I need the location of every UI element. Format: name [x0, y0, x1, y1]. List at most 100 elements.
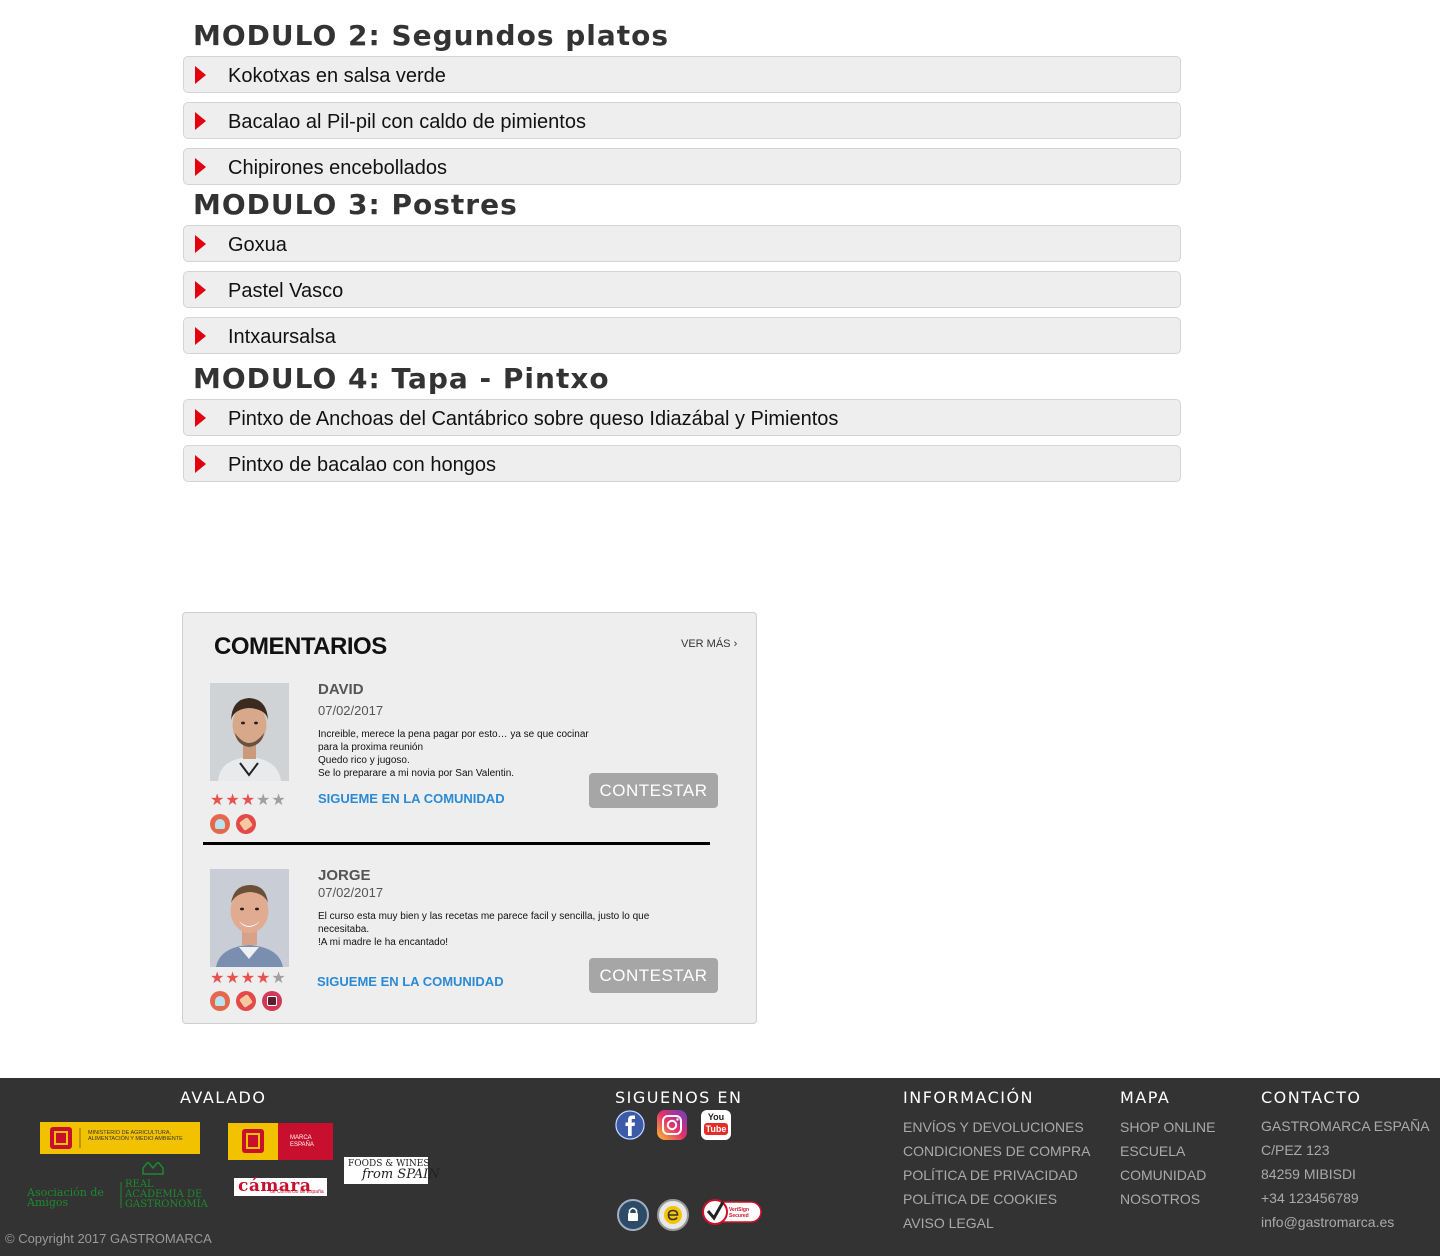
contact-city: 84259 MIBISDI	[1261, 1166, 1356, 1182]
comment-date: 07/02/2017	[318, 885, 384, 900]
camara-logo: cámara de Comercio de España	[234, 1176, 327, 1196]
lesson-label: Chipirones encebollados	[228, 157, 448, 179]
comment-date: 07/02/2017	[318, 703, 384, 718]
footer-link-escuela[interactable]: ESCUELA	[1120, 1139, 1215, 1163]
lesson-label: Pastel Vasco	[228, 280, 344, 302]
comment-divider	[203, 842, 710, 845]
footer-link-shop[interactable]: SHOP ONLINE	[1120, 1115, 1215, 1139]
follow-community-link[interactable]: SIGUEME EN LA COMUNIDAD	[317, 974, 504, 989]
chevron-right-icon: ›	[733, 638, 738, 650]
expand-triangle-icon	[195, 235, 206, 253]
lesson-item[interactable]: Chipirones encebollados	[183, 148, 1181, 185]
lesson-item[interactable]: Pintxo de bacalao con hongos	[183, 445, 1181, 482]
footer-link-cookies[interactable]: POLÍTICA DE COOKIES	[903, 1187, 1090, 1211]
facebook-icon[interactable]	[615, 1110, 645, 1140]
lesson-item[interactable]: Kokotxas en salsa verde	[183, 56, 1181, 93]
comments-panel: COMENTARIOS VER MÁS › DAVID 07/02/2017 I…	[182, 612, 757, 1024]
from-spain-text: from SPAIN	[362, 1167, 440, 1182]
footer-link-condiciones-label[interactable]: CONDICIONES DE COMPRA	[903, 1143, 1090, 1159]
verisign-seal-icon: VeriSign Secured	[701, 1196, 763, 1226]
comments-title: COMENTARIOS	[214, 633, 387, 660]
rating-stars: ★★★★★	[210, 793, 287, 809]
informacion-heading: INFORMACIÓN	[903, 1088, 1035, 1107]
marca-espana-logo: MARCA ESPAÑA	[228, 1123, 333, 1160]
secure-lock-seal-icon	[617, 1199, 649, 1231]
module-title: MODULO 3: Postres	[193, 188, 518, 221]
trusted-shops-seal-icon	[657, 1199, 689, 1231]
footer-link-condiciones[interactable]: CONDICIONES DE COMPRA	[903, 1139, 1090, 1163]
lesson-label: Pintxo de Anchoas del Cantábrico sobre q…	[228, 408, 839, 430]
academia-right-text: REAL ACADEMIA DE GASTRONOMÍA	[125, 1179, 208, 1210]
academia-left-text: Asociación de Amigos	[27, 1186, 104, 1209]
youtube-icon[interactable]: You Tube	[701, 1110, 731, 1140]
footer-link-aviso-legal[interactable]: AVISO LEGAL	[903, 1211, 1090, 1235]
avatar	[210, 683, 289, 781]
footer-link-comunidad-label[interactable]: COMUNIDAD	[1120, 1167, 1206, 1183]
reply-button[interactable]: CONTESTAR	[589, 958, 718, 993]
contact-company: GASTROMARCA ESPAÑA	[1261, 1118, 1430, 1134]
ministerio-text: MINISTERIO DE AGRICULTURA, ALIMENTACIÓN …	[88, 1130, 183, 1142]
lesson-label: Kokotxas en salsa verde	[228, 65, 446, 87]
lesson-item[interactable]: Bacalao al Pil-pil con caldo de pimiento…	[183, 102, 1181, 139]
lesson-item[interactable]: Goxua	[183, 225, 1181, 262]
instagram-icon[interactable]	[657, 1110, 687, 1140]
comment-author: JORGE	[318, 867, 371, 884]
avalado-heading: AVALADO	[180, 1088, 267, 1107]
footer-link-cookies-label[interactable]: POLÍTICA DE COOKIES	[903, 1191, 1057, 1207]
module-title: MODULO 4: Tapa - Pintxo	[193, 362, 610, 395]
user-badges	[210, 814, 256, 834]
lesson-item[interactable]: Pastel Vasco	[183, 271, 1181, 308]
see-more-label: VER MÁS	[681, 638, 731, 650]
expand-triangle-icon	[195, 158, 206, 176]
comment-author: DAVID	[318, 681, 364, 698]
footer-link-escuela-label[interactable]: ESCUELA	[1120, 1143, 1185, 1159]
reply-button[interactable]: CONTESTAR	[589, 773, 718, 808]
siguenos-heading: SIGUENOS EN	[615, 1088, 743, 1107]
contact-street: C/PEZ 123	[1261, 1142, 1330, 1158]
lesson-item[interactable]: Intxaursalsa	[183, 317, 1181, 354]
trusted-e-icon	[664, 1206, 682, 1224]
user-badges	[210, 991, 282, 1011]
informacion-list: ENVÍOS Y DEVOLUCIONES CONDICIONES DE COM…	[903, 1115, 1090, 1235]
footer-link-shop-label[interactable]: SHOP ONLINE	[1120, 1119, 1215, 1135]
rating-stars: ★★★★★	[210, 971, 287, 987]
follow-community-link[interactable]: SIGUEME EN LA COMUNIDAD	[318, 791, 505, 806]
youtube-tube-text: Tube	[704, 1123, 728, 1135]
contact-phone[interactable]: +34 123456789	[1261, 1186, 1430, 1210]
expand-triangle-icon	[195, 327, 206, 345]
footer-link-nosotros-label[interactable]: NOSOTROS	[1120, 1191, 1200, 1207]
see-more-link[interactable]: VER MÁS ›	[681, 638, 737, 650]
chef-hat-badge-icon	[210, 991, 230, 1011]
avatar-photo	[210, 683, 289, 781]
marca-espana-text: MARCA ESPAÑA	[290, 1135, 314, 1148]
lesson-item[interactable]: Pintxo de Anchoas del Cantábrico sobre q…	[183, 399, 1181, 436]
footer-link-nosotros[interactable]: NOSOTROS	[1120, 1187, 1215, 1211]
lesson-label: Bacalao al Pil-pil con caldo de pimiento…	[228, 111, 586, 133]
star-filled-icon: ★	[225, 970, 241, 987]
avatar	[210, 869, 289, 967]
mapa-heading: MAPA	[1120, 1088, 1171, 1107]
foods-wines-logo: FOODS & WINES from SPAIN	[344, 1157, 440, 1184]
contact-email[interactable]: info@gastromarca.es	[1261, 1210, 1430, 1234]
expand-triangle-icon	[195, 66, 206, 84]
camara-subtext: de Comercio de España	[270, 1189, 324, 1195]
star-filled-icon: ★	[240, 970, 257, 987]
instagram-glyph	[657, 1110, 687, 1140]
footer-link-comunidad[interactable]: COMUNIDAD	[1120, 1163, 1215, 1187]
footer-link-aviso-legal-label[interactable]: AVISO LEGAL	[903, 1215, 994, 1231]
copyright: © Copyright 2017 GASTROMARCA	[5, 1231, 212, 1246]
star-empty-icon: ★	[256, 792, 272, 809]
star-empty-icon: ★	[271, 792, 287, 809]
verisign-text: VeriSign Secured	[729, 1207, 750, 1219]
footer-link-envios-label[interactable]: ENVÍOS Y DEVOLUCIONES	[903, 1119, 1084, 1135]
baguette-badge-icon	[236, 991, 256, 1011]
footer-link-envios[interactable]: ENVÍOS Y DEVOLUCIONES	[903, 1115, 1090, 1139]
footer-link-privacidad-label[interactable]: POLÍTICA DE PRIVACIDAD	[903, 1167, 1078, 1183]
contacto-list: GASTROMARCA ESPAÑA C/PEZ 123 84259 MIBIS…	[1261, 1114, 1430, 1234]
ministerio-logo: MINISTERIO DE AGRICULTURA, ALIMENTACIÓN …	[40, 1122, 200, 1154]
cookbook-badge-icon	[262, 991, 282, 1011]
module-title: MODULO 2: Segundos platos	[193, 19, 670, 52]
star-empty-icon: ★	[271, 970, 287, 987]
comment-text: El curso esta muy bien y las recetas me …	[318, 911, 650, 948]
footer-link-privacidad[interactable]: POLÍTICA DE PRIVACIDAD	[903, 1163, 1090, 1187]
